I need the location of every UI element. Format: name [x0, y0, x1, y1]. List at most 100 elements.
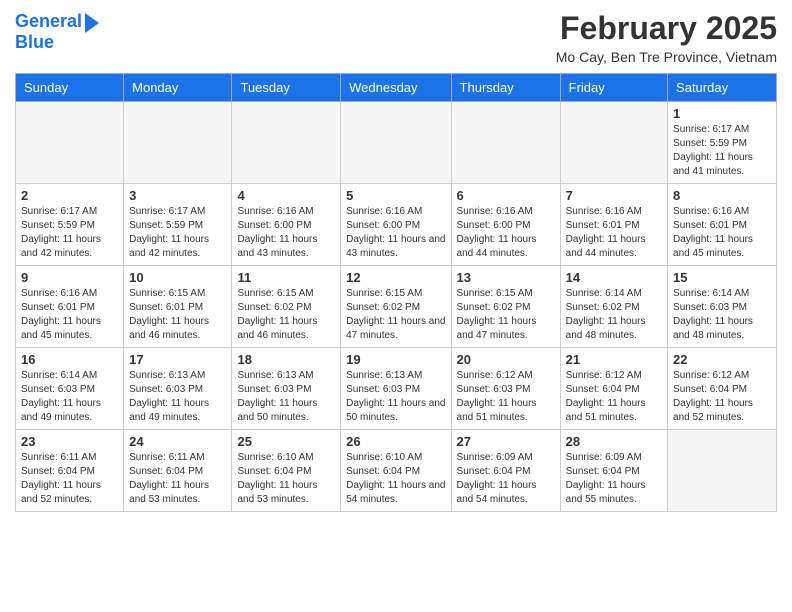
day-number: 4	[237, 188, 335, 203]
cell-content: Sunrise: 6:16 AM Sunset: 6:00 PM Dayligh…	[346, 205, 445, 261]
calendar-cell: 5 Sunrise: 6:16 AM Sunset: 6:00 PM Daylig…	[341, 184, 451, 266]
cell-content: Sunrise: 6:12 AM Sunset: 6:03 PM Dayligh…	[457, 369, 555, 425]
day-number: 7	[566, 188, 662, 203]
day-header-sunday: Sunday	[16, 74, 124, 102]
calendar-cell	[16, 102, 124, 184]
cell-content: Sunrise: 6:14 AM Sunset: 6:03 PM Dayligh…	[21, 369, 118, 425]
logo-text: General	[15, 12, 82, 32]
header: General Blue February 2025 Mo Cay, Ben T…	[15, 10, 777, 65]
calendar-cell	[124, 102, 232, 184]
calendar-cell: 21 Sunrise: 6:12 AM Sunset: 6:04 PM Dayli…	[560, 348, 667, 430]
day-number: 11	[237, 270, 335, 285]
calendar-cell: 19Sunrise: 6:13 AM Sunset: 6:03 PM Dayli…	[341, 348, 451, 430]
week-row-1: 1 Sunrise: 6:17 AM Sunset: 5:59 PM Daylig…	[16, 102, 777, 184]
calendar-cell	[232, 102, 341, 184]
day-number: 20	[457, 352, 555, 367]
cell-content: Sunrise: 6:15 AM Sunset: 6:01 PM Dayligh…	[129, 287, 226, 343]
logo-arrow-icon	[85, 13, 99, 33]
cell-content: Sunrise: 6:14 AM Sunset: 6:03 PM Dayligh…	[673, 287, 771, 343]
month-title: February 2025	[556, 10, 777, 47]
cell-content: Sunrise: 6:16 AM Sunset: 6:01 PM Dayligh…	[673, 205, 771, 261]
cell-content: Sunrise: 6:17 AM Sunset: 5:59 PM Dayligh…	[129, 205, 226, 261]
day-number: 14	[566, 270, 662, 285]
cell-content: Sunrise: 6:13 AM Sunset: 6:03 PM Dayligh…	[346, 369, 445, 425]
day-number: 24	[129, 434, 226, 449]
cell-content: Sunrise: 6:10 AM Sunset: 6:04 PM Dayligh…	[237, 451, 335, 507]
calendar-cell: 12Sunrise: 6:15 AM Sunset: 6:02 PM Dayli…	[341, 266, 451, 348]
location: Mo Cay, Ben Tre Province, Vietnam	[556, 49, 777, 65]
day-number: 3	[129, 188, 226, 203]
cell-content: Sunrise: 6:09 AM Sunset: 6:04 PM Dayligh…	[457, 451, 555, 507]
logo-text-blue: Blue	[15, 33, 54, 53]
day-header-tuesday: Tuesday	[232, 74, 341, 102]
day-header-friday: Friday	[560, 74, 667, 102]
calendar-cell: 11 Sunrise: 6:15 AM Sunset: 6:02 PM Dayli…	[232, 266, 341, 348]
calendar-header-row: SundayMondayTuesdayWednesdayThursdayFrid…	[16, 74, 777, 102]
day-number: 9	[21, 270, 118, 285]
day-header-monday: Monday	[124, 74, 232, 102]
calendar-cell: 15 Sunrise: 6:14 AM Sunset: 6:03 PM Dayli…	[668, 266, 777, 348]
cell-content: Sunrise: 6:15 AM Sunset: 6:02 PM Dayligh…	[346, 287, 445, 343]
day-number: 28	[566, 434, 662, 449]
cell-content: Sunrise: 6:17 AM Sunset: 5:59 PM Dayligh…	[21, 205, 118, 261]
day-number: 13	[457, 270, 555, 285]
day-number: 17	[129, 352, 226, 367]
calendar-cell: 6 Sunrise: 6:16 AM Sunset: 6:00 PM Daylig…	[451, 184, 560, 266]
calendar-table: SundayMondayTuesdayWednesdayThursdayFrid…	[15, 73, 777, 512]
day-number: 5	[346, 188, 445, 203]
day-number: 27	[457, 434, 555, 449]
calendar-cell: 1 Sunrise: 6:17 AM Sunset: 5:59 PM Daylig…	[668, 102, 777, 184]
calendar-cell: 18 Sunrise: 6:13 AM Sunset: 6:03 PM Dayli…	[232, 348, 341, 430]
week-row-5: 23 Sunrise: 6:11 AM Sunset: 6:04 PM Dayli…	[16, 430, 777, 512]
cell-content: Sunrise: 6:16 AM Sunset: 6:00 PM Dayligh…	[237, 205, 335, 261]
calendar-cell: 28Sunrise: 6:09 AM Sunset: 6:04 PM Dayli…	[560, 430, 667, 512]
week-row-4: 16 Sunrise: 6:14 AM Sunset: 6:03 PM Dayli…	[16, 348, 777, 430]
day-number: 16	[21, 352, 118, 367]
calendar-cell: 27 Sunrise: 6:09 AM Sunset: 6:04 PM Dayli…	[451, 430, 560, 512]
calendar-cell: 24 Sunrise: 6:11 AM Sunset: 6:04 PM Dayli…	[124, 430, 232, 512]
cell-content: Sunrise: 6:12 AM Sunset: 6:04 PM Dayligh…	[673, 369, 771, 425]
cell-content: Sunrise: 6:13 AM Sunset: 6:03 PM Dayligh…	[237, 369, 335, 425]
day-number: 25	[237, 434, 335, 449]
day-number: 21	[566, 352, 662, 367]
day-number: 10	[129, 270, 226, 285]
calendar-cell: 13 Sunrise: 6:15 AM Sunset: 6:02 PM Dayli…	[451, 266, 560, 348]
day-number: 23	[21, 434, 118, 449]
day-number: 15	[673, 270, 771, 285]
cell-content: Sunrise: 6:14 AM Sunset: 6:02 PM Dayligh…	[566, 287, 662, 343]
calendar-cell: 25 Sunrise: 6:10 AM Sunset: 6:04 PM Dayli…	[232, 430, 341, 512]
day-number: 2	[21, 188, 118, 203]
calendar-cell	[451, 102, 560, 184]
day-number: 26	[346, 434, 445, 449]
cell-content: Sunrise: 6:15 AM Sunset: 6:02 PM Dayligh…	[237, 287, 335, 343]
day-header-thursday: Thursday	[451, 74, 560, 102]
cell-content: Sunrise: 6:17 AM Sunset: 5:59 PM Dayligh…	[673, 123, 771, 179]
cell-content: Sunrise: 6:16 AM Sunset: 6:00 PM Dayligh…	[457, 205, 555, 261]
calendar-cell: 17 Sunrise: 6:13 AM Sunset: 6:03 PM Dayli…	[124, 348, 232, 430]
cell-content: Sunrise: 6:15 AM Sunset: 6:02 PM Dayligh…	[457, 287, 555, 343]
week-row-3: 9Sunrise: 6:16 AM Sunset: 6:01 PM Daylig…	[16, 266, 777, 348]
day-number: 18	[237, 352, 335, 367]
day-number: 1	[673, 106, 771, 121]
cell-content: Sunrise: 6:16 AM Sunset: 6:01 PM Dayligh…	[566, 205, 662, 261]
calendar-cell: 7 Sunrise: 6:16 AM Sunset: 6:01 PM Daylig…	[560, 184, 667, 266]
logo: General Blue	[15, 10, 99, 53]
cell-content: Sunrise: 6:11 AM Sunset: 6:04 PM Dayligh…	[21, 451, 118, 507]
day-number: 8	[673, 188, 771, 203]
week-row-2: 2 Sunrise: 6:17 AM Sunset: 5:59 PM Daylig…	[16, 184, 777, 266]
cell-content: Sunrise: 6:13 AM Sunset: 6:03 PM Dayligh…	[129, 369, 226, 425]
calendar-cell	[668, 430, 777, 512]
calendar-cell: 20 Sunrise: 6:12 AM Sunset: 6:03 PM Dayli…	[451, 348, 560, 430]
day-header-saturday: Saturday	[668, 74, 777, 102]
calendar-cell: 26 Sunrise: 6:10 AM Sunset: 6:04 PM Dayli…	[341, 430, 451, 512]
cell-content: Sunrise: 6:12 AM Sunset: 6:04 PM Dayligh…	[566, 369, 662, 425]
day-number: 22	[673, 352, 771, 367]
calendar-cell: 16 Sunrise: 6:14 AM Sunset: 6:03 PM Dayli…	[16, 348, 124, 430]
day-header-wednesday: Wednesday	[341, 74, 451, 102]
cell-content: Sunrise: 6:11 AM Sunset: 6:04 PM Dayligh…	[129, 451, 226, 507]
day-number: 6	[457, 188, 555, 203]
calendar-cell: 3 Sunrise: 6:17 AM Sunset: 5:59 PM Daylig…	[124, 184, 232, 266]
cell-content: Sunrise: 6:10 AM Sunset: 6:04 PM Dayligh…	[346, 451, 445, 507]
page-container: General Blue February 2025 Mo Cay, Ben T…	[0, 0, 792, 522]
calendar-cell: 9Sunrise: 6:16 AM Sunset: 6:01 PM Daylig…	[16, 266, 124, 348]
